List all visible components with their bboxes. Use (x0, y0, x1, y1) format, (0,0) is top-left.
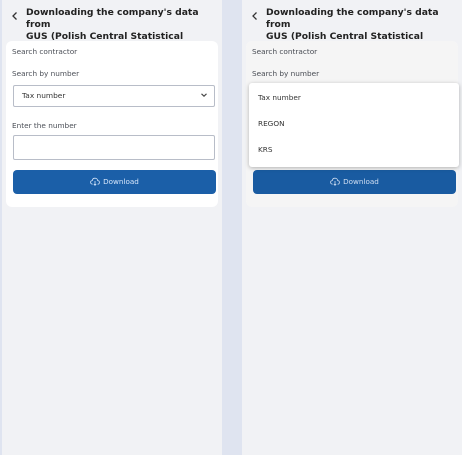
search-type-select[interactable]: Tax number (13, 85, 215, 107)
page-title-line-1: Downloading the company's data from (266, 7, 439, 30)
back-button[interactable] (10, 10, 20, 22)
header: Downloading the company's data from GUS … (2, 0, 222, 54)
download-label: Download (103, 177, 139, 186)
number-input[interactable] (13, 135, 215, 160)
dropdown-option-tax-number[interactable]: Tax number (249, 85, 459, 109)
chevron-down-icon (201, 93, 207, 97)
page-title-line-1: Downloading the company's data from (26, 7, 199, 30)
search-type-value: Tax number (22, 91, 66, 100)
chevron-left-icon (252, 12, 257, 20)
screen-search-form: Downloading the company's data from GUS … (2, 0, 222, 455)
chevron-left-icon (12, 12, 17, 20)
download-button[interactable]: Download (253, 170, 456, 194)
dropdown-option-regon[interactable]: REGON (249, 111, 459, 135)
dropdown-option-label: Tax number (258, 93, 301, 102)
dropdown-option-krs[interactable]: KRS (249, 137, 459, 161)
search-by-label: Search by number (12, 69, 80, 78)
download-button[interactable]: Download (13, 170, 216, 194)
cloud-download-icon (330, 177, 340, 186)
section-title: Search contractor (252, 47, 318, 56)
cloud-download-icon (90, 177, 100, 186)
header: Downloading the company's data from GUS … (242, 0, 462, 54)
dropdown-option-label: REGON (258, 119, 285, 128)
search-by-label: Search by number (252, 69, 320, 78)
back-button[interactable] (250, 10, 260, 22)
search-card: Search contractor Search by number Tax n… (6, 41, 218, 207)
screen-dropdown-open: Downloading the company's data from GUS … (242, 0, 462, 455)
section-title: Search contractor (12, 47, 78, 56)
dropdown-option-label: KRS (258, 145, 273, 154)
search-type-dropdown: Tax number REGON KRS (249, 83, 459, 167)
enter-number-label: Enter the number (12, 121, 77, 130)
download-label: Download (343, 177, 379, 186)
